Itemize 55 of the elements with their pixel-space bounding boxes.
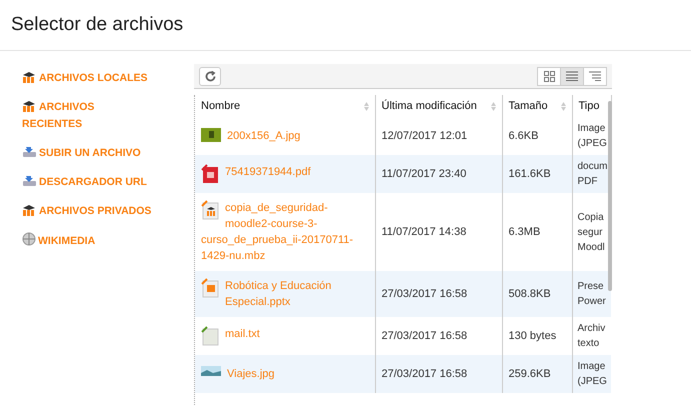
text-file-icon [201, 326, 219, 346]
table-cell: 508.8KB [502, 271, 572, 317]
refresh-button[interactable] [199, 66, 221, 86]
view-mode-button[interactable] [583, 66, 607, 86]
tray-arrow-icon [22, 174, 37, 187]
view-mode-button[interactable] [537, 66, 561, 86]
table-cell: Archiv texto [572, 317, 611, 355]
pdf-file-icon [201, 164, 219, 184]
file-link[interactable]: Viajes.jpg [201, 366, 368, 382]
repository-link[interactable]: ARCHIVOS RECIENTES [22, 99, 154, 133]
table-cell: 130 bytes [502, 317, 572, 355]
mortarboard-logo-icon [22, 71, 37, 83]
grid-view-icon [544, 70, 554, 82]
mortarboard-logo-icon [22, 100, 37, 112]
file-link[interactable]: copia_de_seguridad-moodle2-course-3-curso_de_prueba_ii-20170711-1429-nu.mbz [201, 200, 368, 264]
tree-view-icon [589, 71, 601, 81]
moodle-file-icon [201, 200, 219, 220]
file-link[interactable]: mail.txt [201, 326, 368, 342]
sort-icon [560, 102, 566, 111]
table-cell: 12/07/2017 12:01 [375, 117, 502, 155]
presentation-file-icon [201, 278, 219, 298]
tray-arrow-icon [22, 145, 37, 158]
image-thumbnail-icon [201, 128, 221, 142]
repository-link[interactable]: SUBIR UN ARCHIVO [22, 145, 154, 162]
dialog-title: Selector de archivos [11, 14, 184, 36]
table-cell: 27/03/2017 16:58 [375, 317, 502, 355]
table-cell: Image (JPEG [572, 355, 611, 393]
view-mode-button[interactable] [560, 66, 584, 86]
sort-icon [490, 102, 496, 111]
repository-link[interactable]: ARCHIVOS LOCALES [22, 70, 154, 87]
file-link[interactable]: 200x156_A.jpg [201, 128, 368, 144]
table-cell: 161.6KB [502, 155, 572, 193]
table-cell: Copia segur Moodl [572, 193, 611, 271]
scrollbar[interactable] [608, 101, 612, 291]
repository-link[interactable]: DESCARGADOR URL [22, 174, 154, 191]
landscape-thumbnail-icon [201, 366, 221, 376]
repository-link[interactable]: ARCHIVOS PRIVADOS [22, 203, 154, 220]
file-link[interactable]: Robótica y Educación Especial.pptx [201, 278, 368, 310]
table-cell: 6.6KB [502, 117, 572, 155]
list-view-icon [566, 71, 578, 81]
file-link[interactable]: 75419371944.pdf [201, 164, 368, 180]
table-cell: 11/07/2017 14:38 [375, 193, 502, 271]
table-cell: Image (JPEG [572, 117, 611, 155]
table-cell: 259.6KB [502, 355, 572, 393]
globe-icon [22, 232, 36, 246]
table-cell: 11/07/2017 23:40 [375, 155, 502, 193]
table-cell: docum PDF [572, 155, 611, 193]
repository-link[interactable]: WIKIMEDIA [22, 232, 154, 250]
mortarboard-logo-icon [22, 204, 37, 216]
table-cell: 27/03/2017 16:58 [375, 271, 502, 317]
table-cell: 27/03/2017 16:58 [375, 355, 502, 393]
sort-icon [364, 102, 368, 111]
table-cell: Prese Power [572, 271, 611, 317]
refresh-icon [204, 70, 216, 82]
table-cell: 6.3MB [502, 193, 572, 271]
